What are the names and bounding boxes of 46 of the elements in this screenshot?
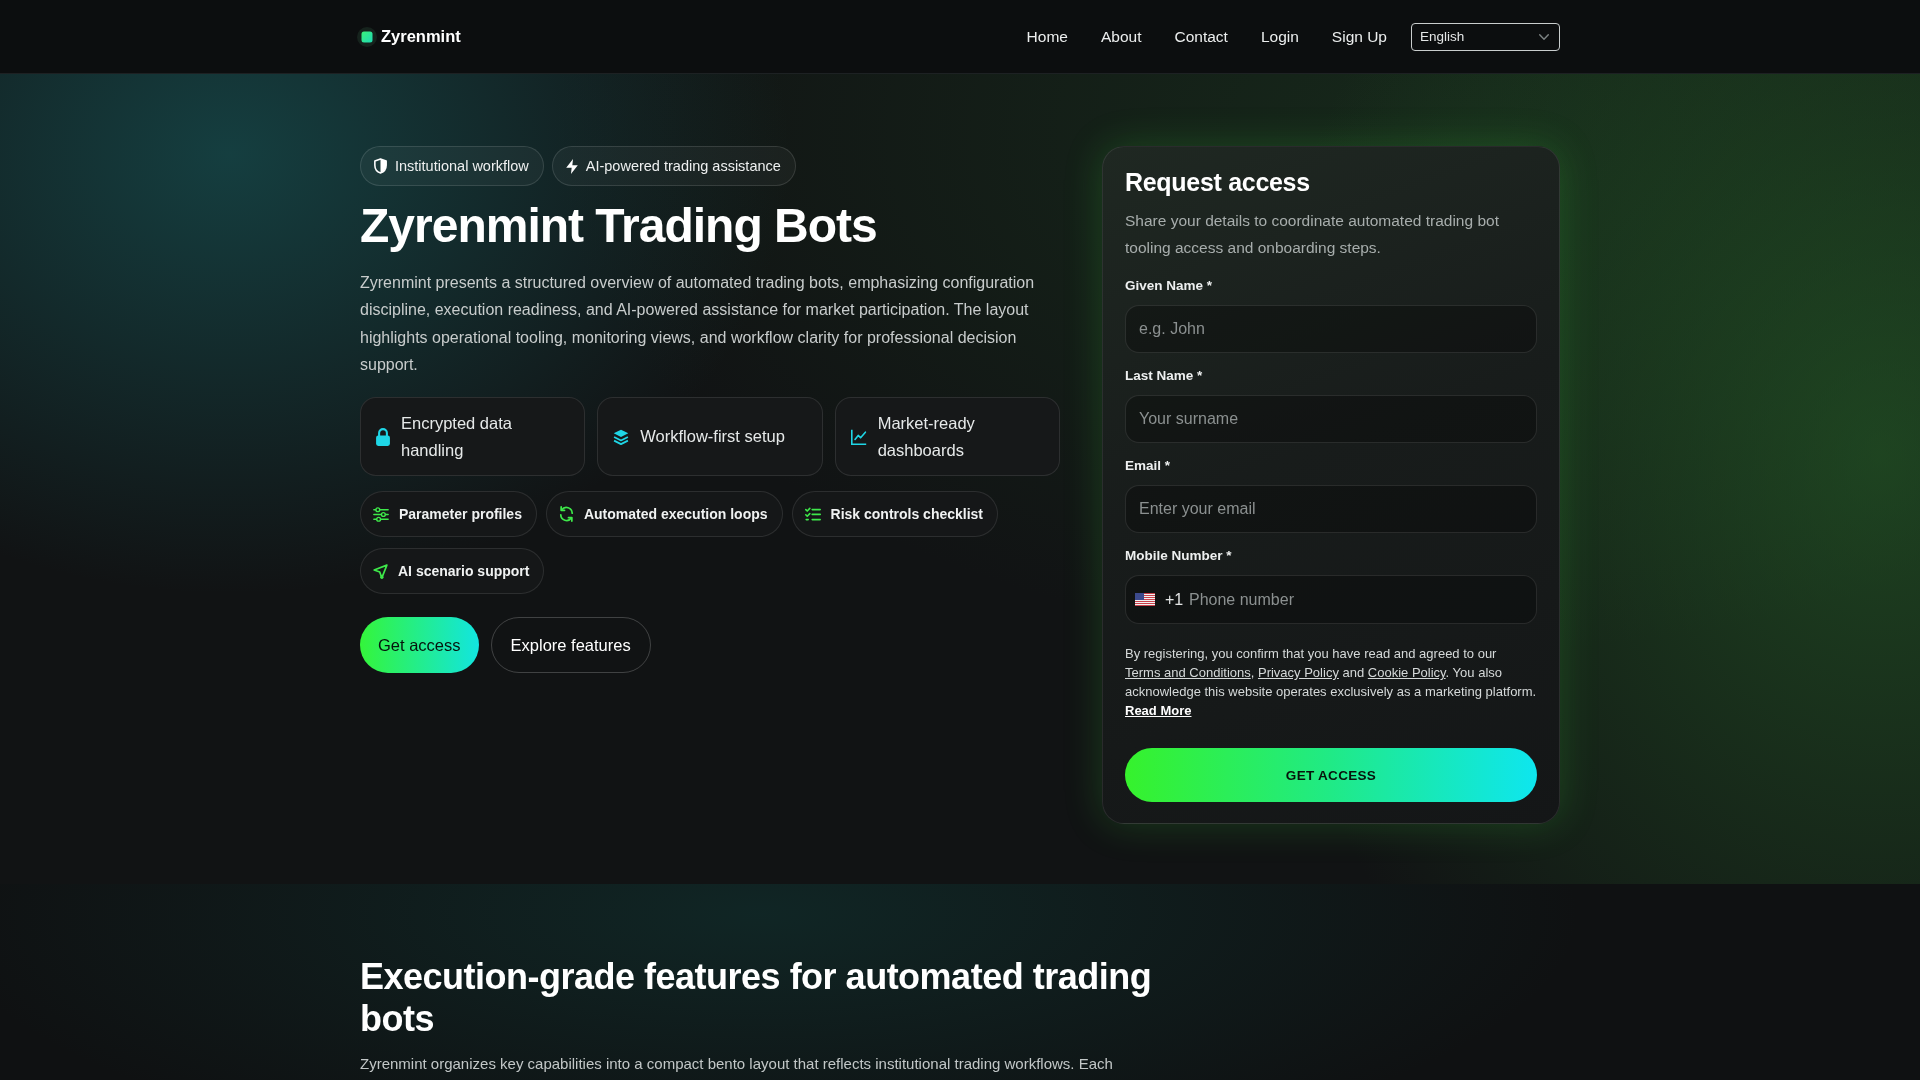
section-heading: Execution-grade features for automated trading bots (360, 956, 1153, 1040)
nav-link[interactable]: Sign Up (1331, 27, 1387, 46)
badge-label: Institutional workflow (395, 158, 529, 174)
policy-link[interactable]: Cookie Policy (1367, 665, 1446, 680)
line-chart-icon (850, 428, 867, 445)
chip-label: Automated execution loops (583, 506, 768, 523)
lightning-icon (565, 158, 578, 174)
policy-link[interactable]: Privacy Policy (1257, 665, 1339, 680)
sliders-icon (373, 506, 389, 522)
form-title: Request access (1125, 167, 1311, 197)
chip-label: Risk controls checklist (830, 506, 984, 523)
hero-title: Zyrenmint Trading Bots (360, 198, 878, 253)
dial-code: +1 (1165, 590, 1184, 609)
nav-link[interactable]: About (1100, 27, 1142, 46)
section-intro: Zyrenmint organizes key capabilities into a compact bento layout that reflects institutional trading workflows. Each (360, 1054, 1114, 1074)
consent-text: By registering, you confirm that you have read and agreed to our Terms and Conditions, Privacy Policy and Cookie Policy. You also acknowledge this website operates exclusively as a marketing platform. Read More (1125, 645, 1537, 720)
field-label: Mobile Number * (1125, 547, 1233, 565)
flag-icon (1135, 593, 1155, 606)
checklist-icon (804, 507, 821, 522)
lock-icon (376, 427, 390, 446)
field-label: Email * (1125, 457, 1172, 475)
badge-label: AI-powered trading assistance (585, 158, 781, 174)
submit-button[interactable]: GET ACCESS (1125, 748, 1537, 802)
chip-label: AI scenario support (398, 563, 530, 580)
chip-label: Parameter profiles (399, 506, 522, 523)
brand-name[interactable]: Zyrenmint (381, 27, 461, 46)
feature-label: Workflow-first setup (640, 426, 785, 448)
hero-description: Zyrenmint presents a structured overview of automated trading bots, emphasizing configuration discipline, execution readiness, and AI-powered assistance for market participation. The layout highlights operational tooling, monitoring views, and workflow clarity for professional decision support. (360, 273, 1036, 375)
field-label: Last Name * (1125, 367, 1204, 385)
feature-label: Market-ready dashboards (877, 412, 976, 461)
shield-icon (374, 158, 387, 174)
refresh-icon (558, 506, 574, 523)
nav-link[interactable]: Login (1260, 27, 1299, 46)
nav-link[interactable]: Home (1026, 27, 1068, 46)
language-select[interactable]: English (1411, 22, 1560, 51)
logo-icon (357, 26, 377, 47)
nav-link[interactable]: Contact (1174, 27, 1228, 46)
chevron-down-icon (1539, 33, 1549, 40)
read-more-link[interactable]: Read More (1125, 703, 1192, 718)
field-label: Given Name * (1125, 277, 1214, 295)
policy-link[interactable]: Terms and Conditions (1125, 665, 1251, 680)
form-description: Share your details to coordinate automated trading bot tooling access and onboarding steps. (1125, 211, 1500, 258)
layers-icon (613, 428, 630, 445)
feature-label: Encrypted data handling (401, 412, 513, 461)
primary-button[interactable]: Get access (360, 617, 479, 674)
paper-plane-icon (373, 563, 388, 579)
